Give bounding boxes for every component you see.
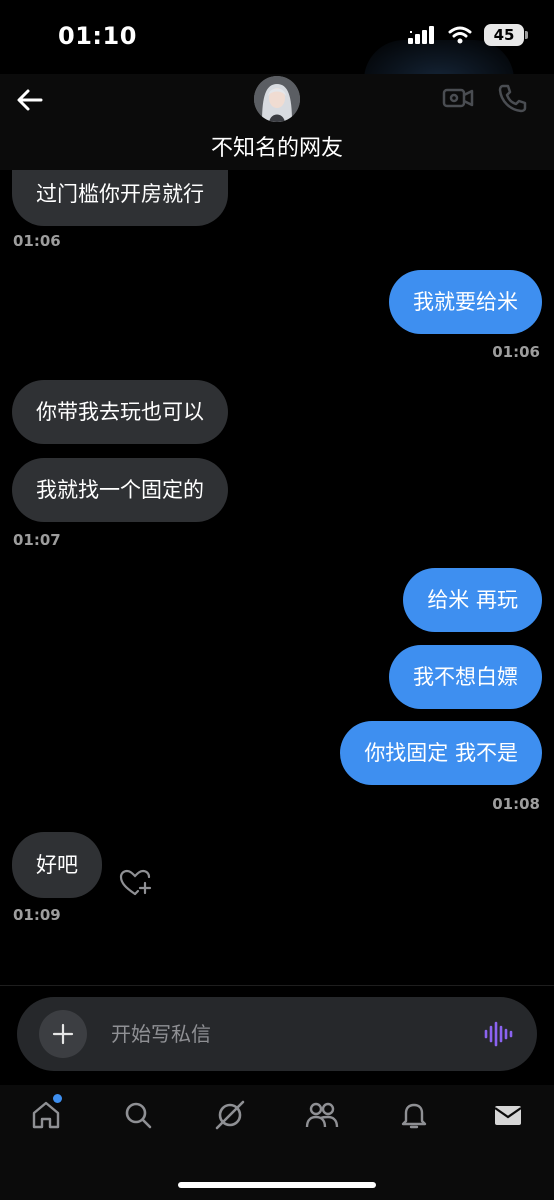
message-timestamp: 01:06 <box>13 232 61 250</box>
status-time: 01:10 <box>58 22 137 50</box>
message-timestamp: 01:09 <box>13 906 61 924</box>
search-icon <box>125 1102 152 1129</box>
cellular-signal-icon <box>408 26 434 44</box>
nav-messages[interactable] <box>488 1095 528 1135</box>
message-list[interactable]: 过门槛你开房就行 01:06 我就要给米 01:06 你带我去玩也可以 我就找一… <box>0 170 554 985</box>
divider <box>0 985 554 986</box>
voice-message-icon[interactable] <box>483 1019 513 1049</box>
message-timestamp: 01:07 <box>13 531 61 549</box>
add-attachment-button[interactable] <box>39 1010 87 1058</box>
message-bubble-incoming[interactable]: 你带我去玩也可以 <box>12 380 228 444</box>
message-bubble-incoming[interactable]: 我就找一个固定的 <box>12 458 228 522</box>
status-bar: 01:10 45 <box>0 0 554 120</box>
notification-dot <box>53 1094 62 1103</box>
avatar-image <box>254 76 300 122</box>
plus-icon <box>52 1023 74 1045</box>
message-timestamp: 01:06 <box>492 343 540 361</box>
heart-plus-icon[interactable] <box>118 868 152 898</box>
friends-icon <box>305 1102 339 1128</box>
phone-call-icon[interactable] <box>496 82 528 114</box>
nav-explore[interactable] <box>210 1095 250 1135</box>
avatar[interactable] <box>254 76 300 122</box>
nav-friends[interactable] <box>302 1095 342 1135</box>
message-bubble-outgoing[interactable]: 我就要给米 <box>389 270 542 334</box>
message-input[interactable] <box>111 1019 451 1049</box>
message-bubble-outgoing[interactable]: 你找固定 我不是 <box>340 721 542 785</box>
home-indicator <box>178 1182 376 1188</box>
battery-indicator: 45 <box>484 24 528 46</box>
chat-title: 不知名的网友 <box>210 136 343 161</box>
explore-icon <box>215 1100 245 1130</box>
message-bubble-incoming[interactable]: 好吧 <box>12 832 102 898</box>
message-bubble-incoming[interactable]: 过门槛你开房就行 <box>12 170 228 226</box>
wifi-icon <box>448 26 472 44</box>
video-call-icon[interactable] <box>442 82 474 114</box>
home-icon <box>32 1101 60 1129</box>
nav-notifications[interactable] <box>394 1095 434 1135</box>
messages-icon <box>494 1106 522 1125</box>
bottom-nav <box>0 1085 554 1200</box>
status-indicators: 45 <box>408 24 528 46</box>
nav-search[interactable] <box>118 1095 158 1135</box>
notifications-icon <box>401 1103 427 1129</box>
back-arrow-icon[interactable] <box>14 84 46 116</box>
chat-header: 不知名的网友 <box>0 74 554 170</box>
message-composer <box>17 997 537 1071</box>
message-timestamp: 01:08 <box>492 795 540 813</box>
message-bubble-outgoing[interactable]: 给米 再玩 <box>403 568 542 632</box>
message-bubble-outgoing[interactable]: 我不想白嫖 <box>389 645 542 709</box>
